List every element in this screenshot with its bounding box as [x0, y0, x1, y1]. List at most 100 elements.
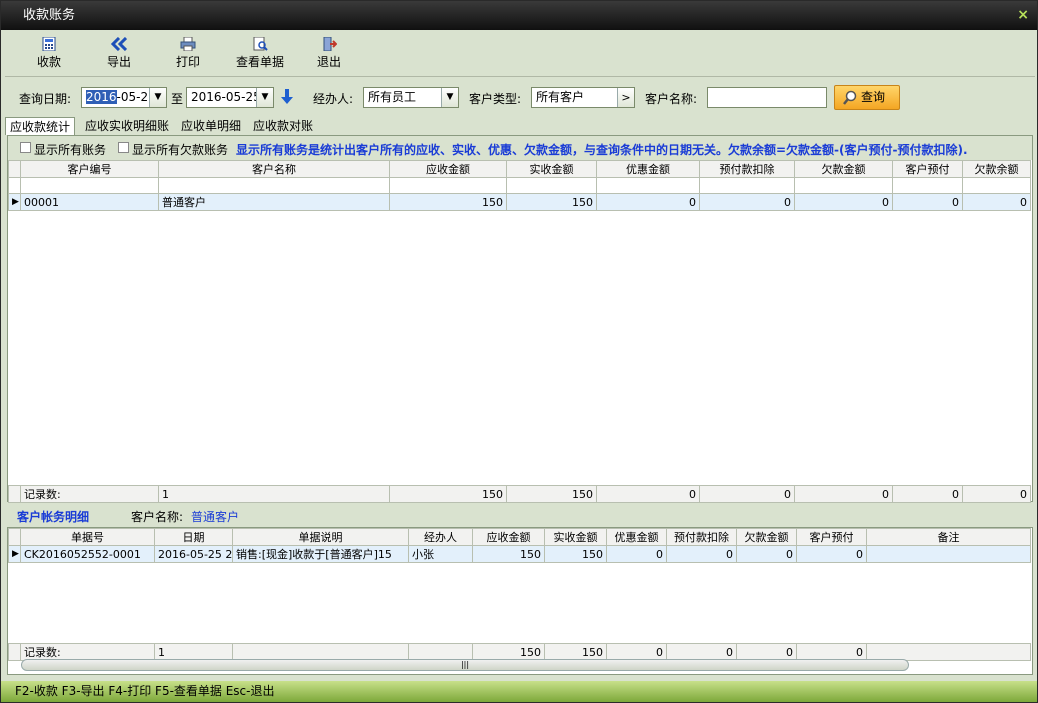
date-from-selected: 2016: [86, 90, 117, 104]
filter-cell[interactable]: [962, 177, 1031, 194]
cell: 2016-05-25 23: [154, 545, 233, 563]
customer-type-value: 所有客户: [536, 90, 585, 104]
cell: 小张: [408, 545, 473, 563]
col-prepay-deduct[interactable]: 预付款扣除: [699, 160, 795, 178]
status-bar: F2-收款 F3-导出 F4-打印 F5-查看单据 Esc-退出: [1, 681, 1037, 702]
col-receivable[interactable]: 应收金额: [389, 160, 507, 178]
footer-receivable: 150: [472, 643, 545, 661]
col-receivable[interactable]: 应收金额: [472, 528, 545, 546]
tab-receivable-detail-ledger[interactable]: 应收实收明细账: [85, 117, 169, 135]
receive-label: 收款: [36, 55, 61, 69]
footer-received: 150: [506, 485, 597, 503]
chevron-right-icon[interactable]: >: [617, 88, 634, 107]
footer-discount: 0: [606, 643, 667, 661]
summary-header: 客户编号 客户名称 应收金额 实收金额 优惠金额 预付款扣除 欠款金额 客户预付…: [8, 160, 1031, 178]
summary-footer: 记录数: 1 150 150 0 0 0 0 0: [8, 485, 1031, 503]
cell: 0: [892, 193, 963, 211]
customer-type-select[interactable]: 所有客户 >: [531, 87, 635, 108]
date-to-picker[interactable]: 2016-05-25 ▼: [186, 87, 274, 108]
calculator-icon: [42, 37, 56, 51]
detail-panel: 单据号 日期 单据说明 经办人 应收金额 实收金额 优惠金额 预付款扣除 欠款金…: [7, 527, 1033, 675]
filter-cell[interactable]: [158, 177, 390, 194]
footer-debt-balance: 0: [962, 485, 1031, 503]
tab-receivable-reconcile[interactable]: 应收款对账: [253, 117, 313, 135]
show-all-accounts-checkbox[interactable]: [20, 142, 31, 153]
receivables-window: 收款账务 × 收款 导出 打印 查看单据 退出 查询日期: 2016-05-25…: [0, 0, 1038, 703]
col-doc-desc[interactable]: 单据说明: [232, 528, 409, 546]
date-to-value: 2016-05-25: [191, 90, 261, 104]
col-received[interactable]: 实收金额: [544, 528, 607, 546]
chevron-down-icon[interactable]: ▼: [256, 88, 273, 107]
col-debt[interactable]: 欠款金额: [794, 160, 893, 178]
filter-row: [8, 177, 1031, 194]
export-button[interactable]: 导出: [91, 37, 147, 70]
col-prepaid[interactable]: 客户预付: [796, 528, 867, 546]
show-all-accounts-label: 显示所有账务: [34, 143, 107, 157]
summary-options: 显示所有账务 显示所有欠款账务 显示所有账务是统计出客户所有的应收、实收、优惠、…: [8, 136, 1032, 160]
print-button[interactable]: 打印: [160, 37, 216, 70]
footer-prepay-deduct: 0: [699, 485, 795, 503]
footer-prepaid: 0: [892, 485, 963, 503]
filter-cell[interactable]: [506, 177, 597, 194]
col-prepay-deduct[interactable]: 预付款扣除: [666, 528, 737, 546]
horizontal-scrollbar[interactable]: |||: [21, 659, 909, 671]
filter-cell[interactable]: [20, 177, 159, 194]
col-received[interactable]: 实收金额: [506, 160, 597, 178]
record-count-label: 记录数:: [20, 643, 155, 661]
exit-button[interactable]: 退出: [301, 37, 357, 70]
operator-select[interactable]: 所有员工 ▼: [363, 87, 459, 108]
chevron-down-icon[interactable]: ▼: [441, 88, 458, 107]
col-customer-name[interactable]: 客户名称: [158, 160, 390, 178]
close-icon[interactable]: ×: [1017, 1, 1029, 30]
table-row[interactable]: ▶ 00001 普通客户 150 150 0 0 0 0 0: [8, 193, 1031, 211]
show-all-debt-checkbox[interactable]: [118, 142, 129, 153]
cell: 150: [472, 545, 545, 563]
date-from-picker[interactable]: 2016-05-25 ▼: [81, 87, 167, 108]
operator-value: 所有员工: [368, 90, 417, 104]
footer-discount: 0: [596, 485, 700, 503]
tab-receivable-bill-detail[interactable]: 应收单明细: [181, 117, 241, 135]
customer-name-label: 客户名称:: [645, 92, 698, 106]
col-debt[interactable]: 欠款金额: [736, 528, 797, 546]
cell: 0: [794, 193, 893, 211]
detail-title: 客户帐务明细: [17, 510, 90, 524]
cell: 150: [389, 193, 507, 211]
cell: 0: [596, 193, 700, 211]
window-title: 收款账务: [23, 8, 76, 23]
cell: 0: [796, 545, 867, 563]
footer-debt: 0: [736, 643, 797, 661]
col-debt-balance[interactable]: 欠款余额: [962, 160, 1031, 178]
detail-table: 单据号 日期 单据说明 经办人 应收金额 实收金额 优惠金额 预付款扣除 欠款金…: [8, 528, 1031, 563]
col-discount[interactable]: 优惠金额: [596, 160, 700, 178]
view-document-button[interactable]: 查看单据: [231, 37, 289, 70]
summary-panel: 显示所有账务 显示所有欠款账务 显示所有账务是统计出客户所有的应收、实收、优惠、…: [7, 135, 1033, 503]
row-indicator-header: [8, 160, 21, 178]
col-doc-no[interactable]: 单据号: [20, 528, 155, 546]
filter-cell[interactable]: [892, 177, 963, 194]
search-label: 查询: [861, 90, 886, 104]
col-customer-code[interactable]: 客户编号: [20, 160, 159, 178]
col-date[interactable]: 日期: [154, 528, 233, 546]
customer-name-input[interactable]: [707, 87, 827, 108]
footer-received: 150: [544, 643, 607, 661]
cell: CK2016052552-0001: [20, 545, 155, 563]
record-count-value: 1: [158, 485, 390, 503]
search-button[interactable]: 查询: [834, 85, 900, 110]
col-discount[interactable]: 优惠金额: [606, 528, 667, 546]
chevron-down-icon[interactable]: ▼: [149, 88, 166, 107]
filter-cell[interactable]: [699, 177, 795, 194]
table-row[interactable]: ▶ CK2016052552-0001 2016-05-25 23 销售:[现金…: [8, 545, 1031, 563]
detail-customer-label: 客户名称:: [131, 510, 184, 524]
receive-button[interactable]: 收款: [21, 37, 77, 70]
tab-receivable-stats[interactable]: 应收款统计: [5, 117, 76, 135]
filter-cell[interactable]: [596, 177, 700, 194]
col-remark[interactable]: 备注: [866, 528, 1031, 546]
filter-cell[interactable]: [389, 177, 507, 194]
col-operator[interactable]: 经办人: [408, 528, 473, 546]
filter-cell[interactable]: [794, 177, 893, 194]
record-count-label: 记录数:: [20, 485, 159, 503]
arrow-down-icon[interactable]: [280, 89, 294, 105]
cell: 150: [506, 193, 597, 211]
row-indicator-header: [8, 528, 21, 546]
col-prepaid[interactable]: 客户预付: [892, 160, 963, 178]
